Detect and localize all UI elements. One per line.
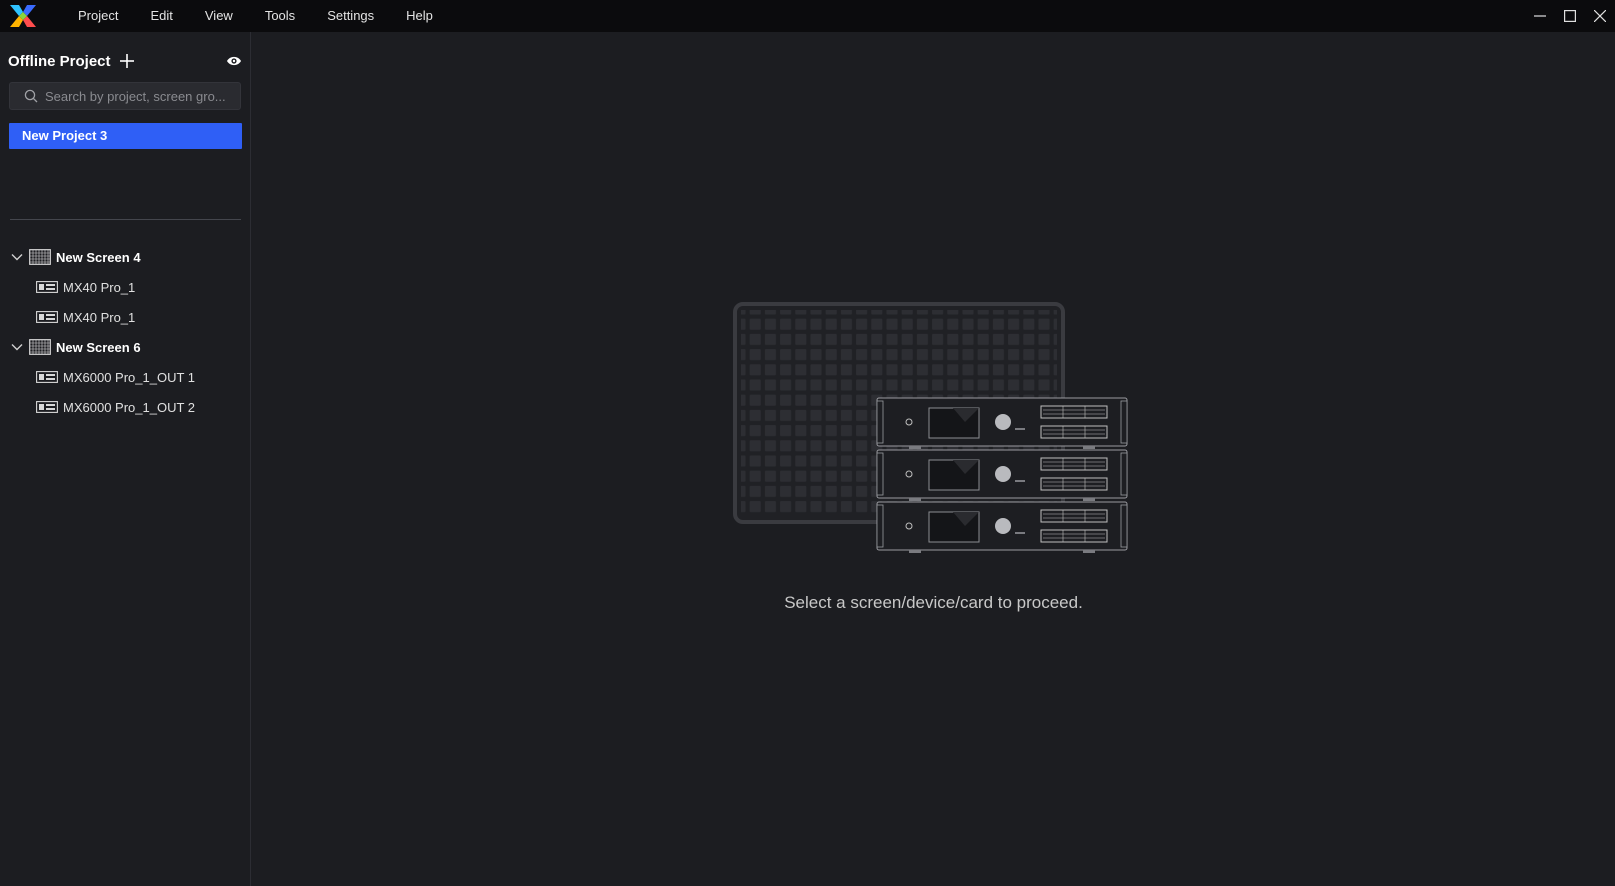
tree-device-item[interactable]: MX6000 Pro_1_OUT 2 bbox=[0, 396, 250, 418]
eye-icon[interactable] bbox=[226, 54, 242, 68]
close-icon bbox=[1594, 10, 1606, 22]
menu-tools[interactable]: Tools bbox=[249, 0, 311, 32]
chevron-down-icon[interactable] bbox=[10, 250, 24, 264]
menu-settings[interactable]: Settings bbox=[311, 0, 390, 32]
led-screen-icon bbox=[29, 339, 51, 355]
sidebar-header: Offline Project bbox=[8, 44, 244, 78]
add-project-icon[interactable] bbox=[119, 53, 135, 69]
tree-group-label: New Screen 4 bbox=[56, 249, 141, 265]
menu-help[interactable]: Help bbox=[390, 0, 449, 32]
project-item-new-project-3[interactable]: New Project 3 bbox=[9, 123, 242, 149]
tree-device-label: MX6000 Pro_1_OUT 2 bbox=[63, 399, 195, 415]
sidebar-divider bbox=[10, 219, 241, 220]
tree-device-item[interactable]: MX6000 Pro_1_OUT 1 bbox=[0, 366, 250, 388]
menu-edit[interactable]: Edit bbox=[134, 0, 188, 32]
tree-device-label: MX40 Pro_1 bbox=[63, 279, 136, 295]
tree-group-new-screen-6[interactable]: New Screen 6 bbox=[0, 336, 250, 358]
tree-device-item[interactable]: MX40 Pro_1 bbox=[0, 276, 250, 298]
controller-device-icon bbox=[36, 401, 58, 413]
search-input[interactable] bbox=[45, 88, 230, 104]
maximize-button[interactable] bbox=[1555, 0, 1585, 32]
menu-project[interactable]: Project bbox=[60, 0, 134, 32]
empty-state-illustration bbox=[733, 302, 1128, 553]
tree-device-label: MX40 Pro_1 bbox=[63, 309, 136, 325]
controller-device-icon bbox=[36, 371, 58, 383]
maximize-icon bbox=[1564, 10, 1576, 22]
tree-group-label: New Screen 6 bbox=[56, 339, 141, 355]
controller-device-icon bbox=[36, 311, 58, 323]
empty-state-message: Select a screen/device/card to proceed. bbox=[784, 593, 1083, 612]
project-sidebar: Offline Project New Project 3 bbox=[0, 32, 251, 886]
menu-bar: Project Edit View Tools Settings Help bbox=[60, 0, 449, 32]
chevron-down-icon[interactable] bbox=[10, 340, 24, 354]
minimize-icon bbox=[1534, 15, 1546, 17]
tree-device-item[interactable]: MX40 Pro_1 bbox=[0, 306, 250, 328]
close-button[interactable] bbox=[1585, 0, 1615, 32]
app-logo-icon bbox=[10, 5, 36, 27]
menu-view[interactable]: View bbox=[189, 0, 249, 32]
title-bar: Project Edit View Tools Settings Help bbox=[0, 0, 1615, 32]
tree-group-new-screen-4[interactable]: New Screen 4 bbox=[0, 246, 250, 268]
led-screen-icon bbox=[29, 249, 51, 265]
tree-device-label: MX6000 Pro_1_OUT 1 bbox=[63, 369, 195, 385]
window-controls bbox=[1525, 0, 1615, 32]
main-panel: Select a screen/device/card to proceed. bbox=[252, 32, 1615, 886]
search-icon bbox=[24, 89, 38, 103]
search-box bbox=[9, 82, 241, 110]
minimize-button[interactable] bbox=[1525, 0, 1555, 32]
sidebar-title: Offline Project bbox=[8, 52, 111, 70]
rack-units bbox=[876, 397, 1128, 553]
controller-device-icon bbox=[36, 281, 58, 293]
